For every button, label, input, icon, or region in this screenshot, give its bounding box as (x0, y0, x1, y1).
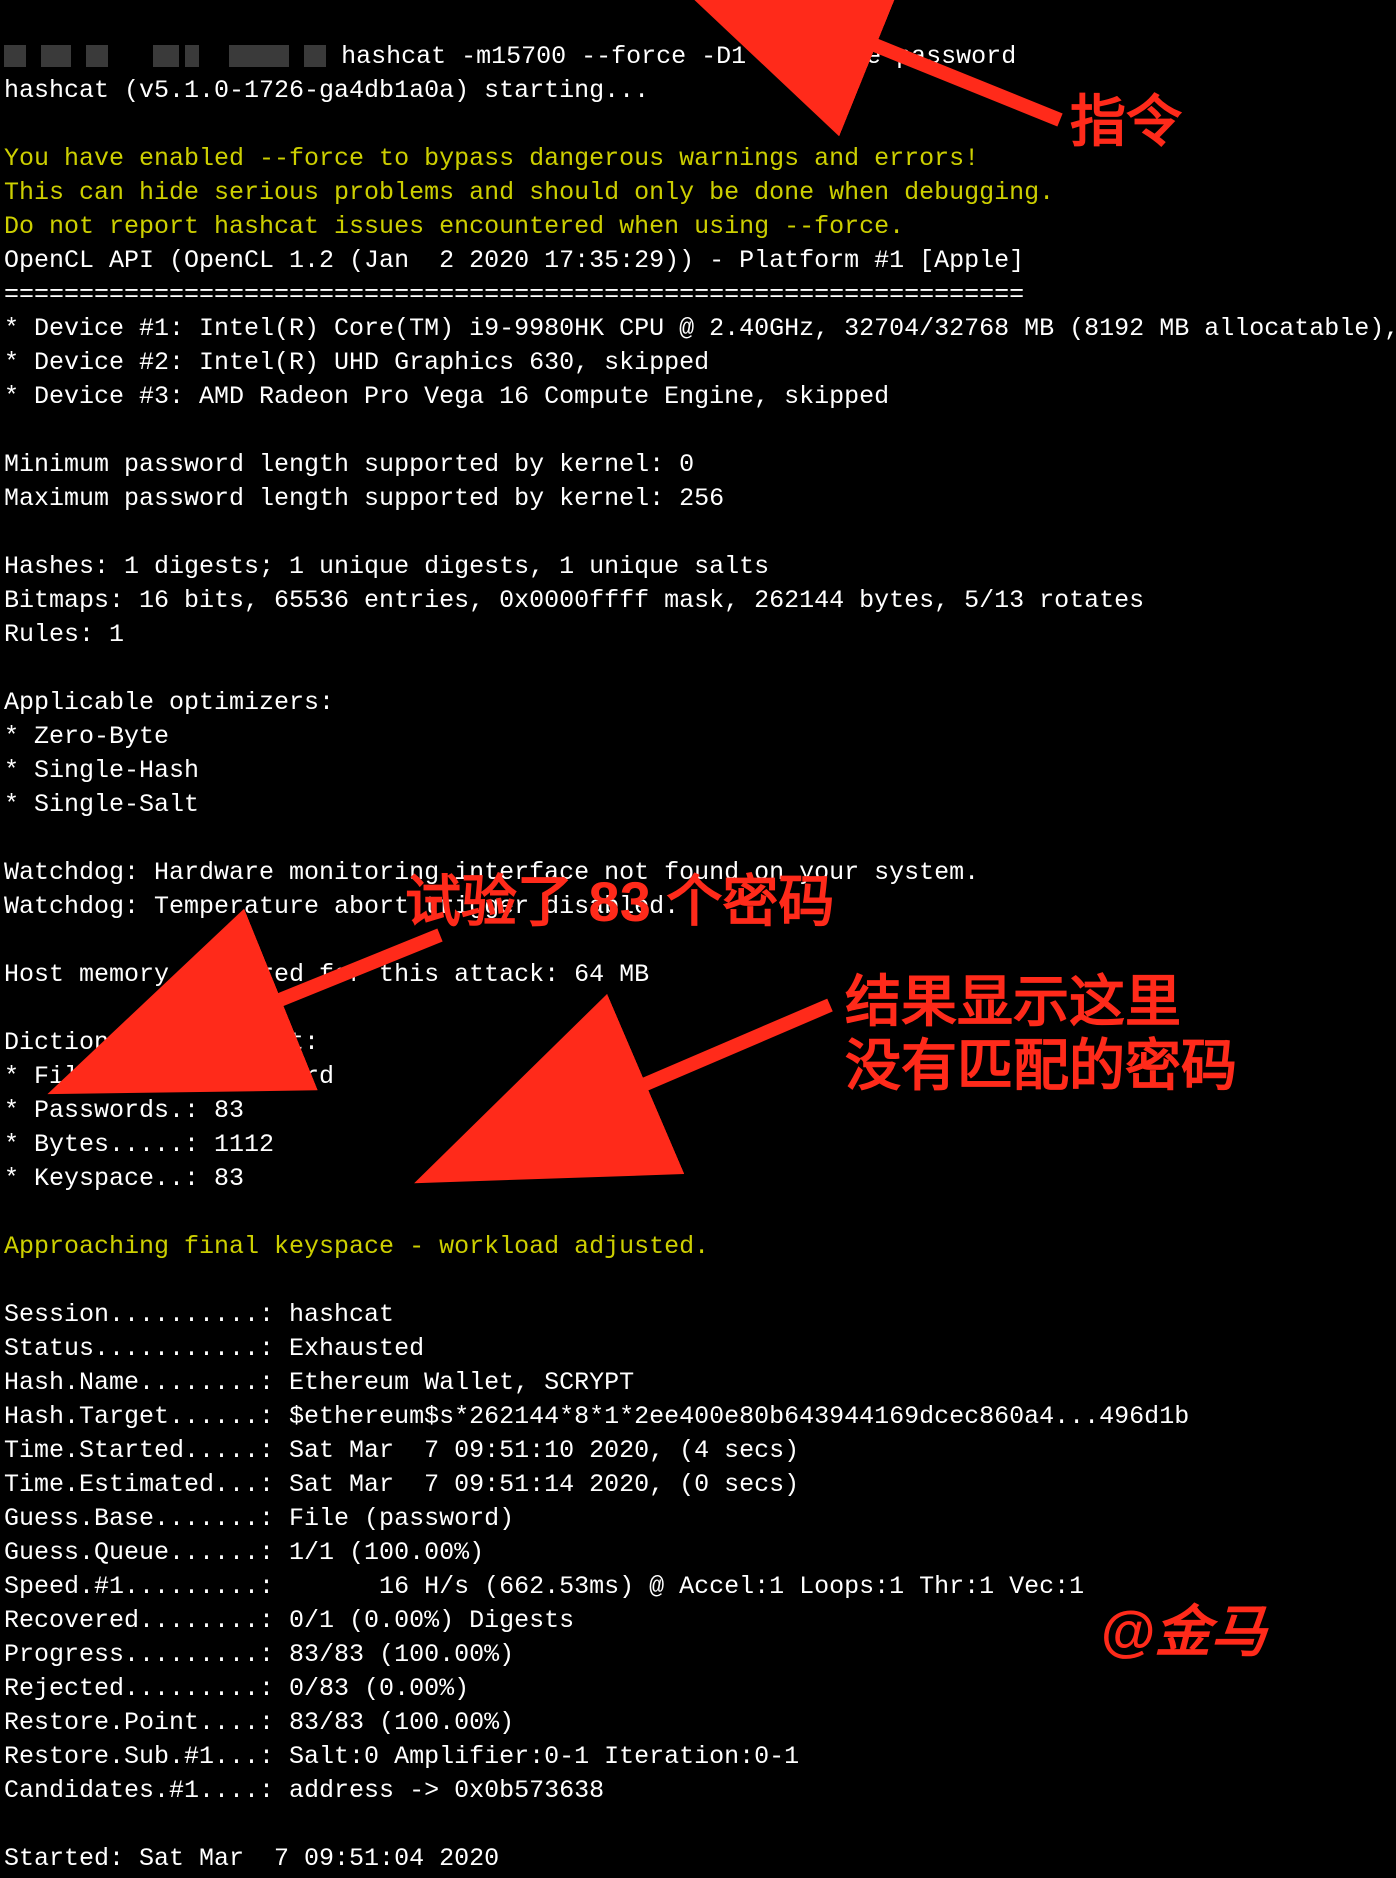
warn-line-2: This can hide serious problems and shoul… (4, 178, 1054, 207)
device-line-3: * Device #3: AMD Radeon Pro Vega 16 Comp… (4, 382, 889, 411)
dict-keyspace: * Keyspace..: 83 (4, 1164, 244, 1193)
warn-line-3: Do not report hashcat issues encountered… (4, 212, 904, 241)
opencl-line: OpenCL API (OpenCL 1.2 (Jan 2 2020 17:35… (4, 246, 1024, 275)
approach-line: Approaching final keyspace - workload ad… (4, 1232, 709, 1261)
status-status: Status...........: Exhausted (4, 1334, 424, 1363)
status-candidates: Candidates.#1....: address -> 0x0b573638 (4, 1776, 604, 1805)
hostmem-line: Host memory required for this attack: 64… (4, 960, 649, 989)
device-line-2: * Device #2: Intel(R) UHD Graphics 630, … (4, 348, 709, 377)
status-restorepoint: Restore.Point....: 83/83 (100.00%) (4, 1708, 514, 1737)
command-line: hashcat -m15700 --force -D1 hashcode pas… (326, 42, 1016, 71)
rules-line: Rules: 1 (4, 620, 124, 649)
bitmaps-line: Bitmaps: 16 bits, 65536 entries, 0x0000f… (4, 586, 1144, 615)
device-line-1: * Device #1: Intel(R) Core(TM) i9-9980HK… (4, 314, 1396, 343)
optimizer-item: * Zero-Byte (4, 722, 169, 751)
optimizer-item: * Single-Salt (4, 790, 199, 819)
watchdog-line-2: Watchdog: Temperature abort trigger disa… (4, 892, 679, 921)
dict-header: Dictionary cache hit: (4, 1028, 319, 1057)
status-rejected: Rejected.........: 0/83 (0.00%) (4, 1674, 469, 1703)
dict-passwords: * Passwords.: 83 (4, 1096, 244, 1125)
status-restoresub: Restore.Sub.#1...: Salt:0 Amplifier:0-1 … (4, 1742, 799, 1771)
status-hashname: Hash.Name........: Ethereum Wallet, SCRY… (4, 1368, 634, 1397)
max-pw-line: Maximum password length supported by ker… (4, 484, 724, 513)
dict-bytes: * Bytes.....: 1112 (4, 1130, 274, 1159)
warn-line-1: You have enabled --force to bypass dange… (4, 144, 979, 173)
status-speed: Speed.#1.........: 16 H/s (662.53ms) @ A… (4, 1572, 1084, 1601)
status-timestarted: Time.Started.....: Sat Mar 7 09:51:10 20… (4, 1436, 799, 1465)
prompt-line: hashcat -m15700 --force -D1 hashcode pas… (4, 42, 1016, 71)
hashes-line: Hashes: 1 digests; 1 unique digests, 1 u… (4, 552, 769, 581)
status-hashtarget: Hash.Target......: $ethereum$s*262144*8*… (4, 1402, 1189, 1431)
dict-filename: * Filename..: password (4, 1062, 334, 1091)
status-guessbase: Guess.Base.......: File (password) (4, 1504, 514, 1533)
status-session: Session..........: hashcat (4, 1300, 394, 1329)
status-timeestimated: Time.Estimated...: Sat Mar 7 09:51:14 20… (4, 1470, 799, 1499)
starting-line: hashcat (v5.1.0-1726-ga4db1a0a) starting… (4, 76, 649, 105)
terminal-output: hashcat -m15700 --force -D1 hashcode pas… (0, 0, 1396, 1878)
optimizer-item: * Single-Hash (4, 756, 199, 785)
status-guessqueue: Guess.Queue......: 1/1 (100.00%) (4, 1538, 484, 1567)
min-pw-line: Minimum password length supported by ker… (4, 450, 694, 479)
started-line: Started: Sat Mar 7 09:51:04 2020 (4, 1844, 499, 1873)
watchdog-line-1: Watchdog: Hardware monitoring interface … (4, 858, 979, 887)
status-recovered: Recovered........: 0/1 (0.00%) Digests (4, 1606, 574, 1635)
status-progress: Progress.........: 83/83 (100.00%) (4, 1640, 514, 1669)
optimizers-header: Applicable optimizers: (4, 688, 334, 717)
separator-line: ========================================… (4, 280, 1024, 309)
